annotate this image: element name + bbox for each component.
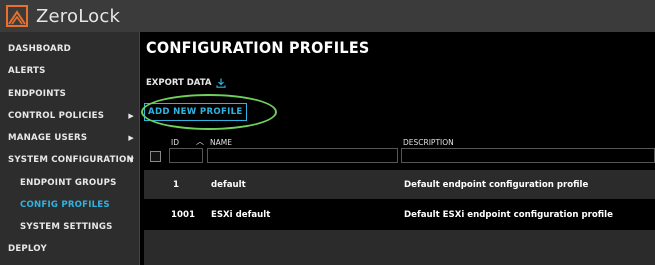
select-all-checkbox[interactable]: [150, 151, 161, 162]
sidebar-item-deploy[interactable]: DEPLOY: [0, 238, 140, 260]
chevron-right-icon: ▶: [128, 112, 134, 120]
sidebar-item-label: SYSTEM CONFIGURATION: [8, 155, 134, 165]
sidebar-item-label: ENDPOINTS: [8, 89, 67, 99]
sidebar-item-label: DEPLOY: [8, 244, 47, 254]
sidebar-item-dashboard[interactable]: DASHBOARD: [0, 38, 140, 60]
table-row[interactable]: 1001 ESXi default Default ESXi endpoint …: [144, 200, 655, 229]
table-empty-area: [144, 230, 655, 265]
sidebar-item-label: DASHBOARD: [8, 44, 71, 54]
page-title: CONFIGURATION PROFILES: [146, 38, 370, 57]
sidebar-item-control-policies[interactable]: CONTROL POLICIES ▶: [0, 105, 140, 127]
sidebar-item-system-configuration[interactable]: SYSTEM CONFIGURATION ▼: [0, 149, 140, 171]
app-title: ZeroLock: [36, 5, 121, 27]
cell-description: Default endpoint configuration profile: [404, 179, 589, 190]
chevron-right-icon: ▶: [128, 134, 134, 142]
column-header-description[interactable]: DESCRIPTION: [403, 138, 454, 147]
sidebar-item-config-profiles[interactable]: CONFIG PROFILES: [0, 194, 140, 216]
cell-id: 1: [173, 179, 179, 190]
sidebar-item-label: MANAGE USERS: [8, 133, 88, 143]
sort-ascending-icon[interactable]: ︿: [196, 136, 204, 147]
export-data-button[interactable]: EXPORT DATA: [146, 78, 227, 88]
main-content: CONFIGURATION PROFILES EXPORT DATA ADD N…: [141, 32, 655, 265]
cell-name: ESXi default: [211, 209, 271, 220]
sidebar-item-label: ALERTS: [8, 66, 46, 76]
download-icon: [216, 78, 227, 88]
cell-description: Default ESXi endpoint configuration prof…: [404, 209, 613, 220]
cell-name: default: [211, 179, 246, 190]
sidebar: DASHBOARD ALERTS ENDPOINTS CONTROL POLIC…: [0, 32, 140, 265]
column-header-name[interactable]: NAME: [210, 138, 232, 147]
sidebar-item-system-settings[interactable]: SYSTEM SETTINGS: [0, 216, 140, 238]
id-filter-input[interactable]: [169, 148, 203, 163]
cell-id: 1001: [171, 209, 195, 220]
name-filter-input[interactable]: [207, 148, 398, 163]
table-row[interactable]: 1 default Default endpoint configuration…: [144, 170, 655, 199]
sidebar-item-endpoint-groups[interactable]: ENDPOINT GROUPS: [0, 172, 140, 194]
sidebar-item-endpoints[interactable]: ENDPOINTS: [0, 83, 140, 105]
zerolock-logo-icon: [6, 5, 28, 27]
sidebar-item-alerts[interactable]: ALERTS: [0, 60, 140, 82]
top-bar: ZeroLock: [0, 0, 655, 32]
sidebar-item-label: CONTROL POLICIES: [8, 111, 105, 121]
export-data-label: EXPORT DATA: [146, 78, 212, 88]
highlight-annotation: [141, 94, 277, 130]
sidebar-item-manage-users[interactable]: MANAGE USERS ▶: [0, 127, 140, 149]
sidebar-item-label: SYSTEM SETTINGS: [20, 222, 113, 232]
description-filter-input[interactable]: [401, 148, 655, 163]
column-header-id[interactable]: ID: [171, 138, 179, 147]
chevron-down-icon: ▼: [128, 156, 134, 164]
sidebar-item-label: CONFIG PROFILES: [20, 200, 110, 210]
sidebar-item-label: ENDPOINT GROUPS: [20, 178, 117, 188]
